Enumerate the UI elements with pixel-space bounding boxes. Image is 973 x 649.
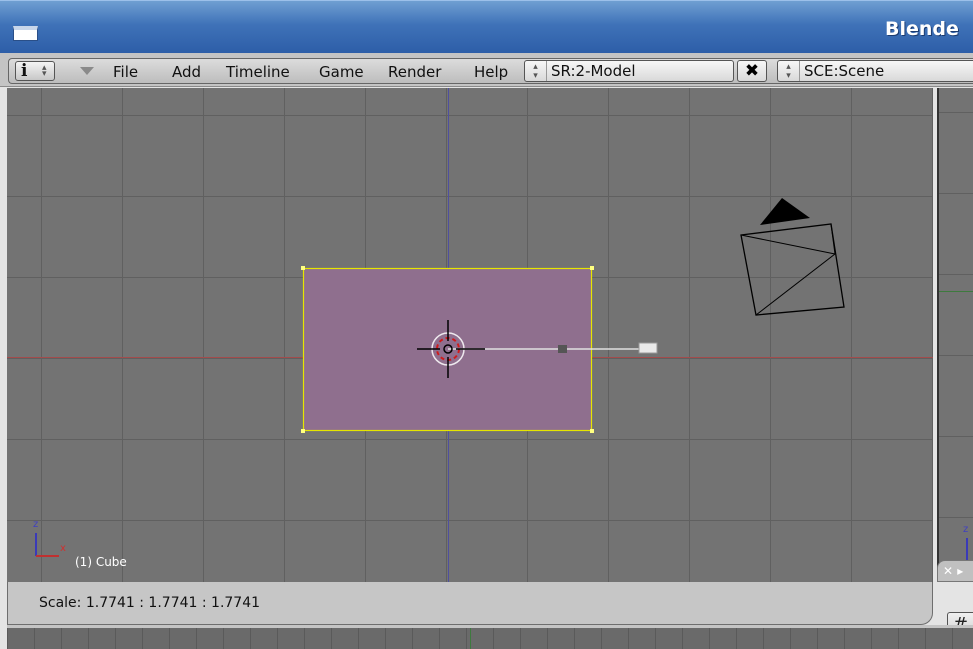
3d-viewport[interactable]: z x (1) Cube xyxy=(7,88,933,582)
editor-type-button[interactable]: i ▴ ▾ xyxy=(15,61,55,81)
timeline-strip[interactable] xyxy=(7,625,973,649)
updown-arrows-icon: ▴ ▾ xyxy=(778,61,800,81)
window-menu-icon[interactable] xyxy=(13,26,38,41)
current-frame-line xyxy=(470,628,471,649)
gizmo-z-label: z xyxy=(33,519,39,530)
vertex xyxy=(590,429,594,433)
grid-line xyxy=(939,436,973,437)
scale-handle xyxy=(558,345,567,353)
right-3d-viewport[interactable]: z xyxy=(937,88,973,582)
status-panel: Scale: 1.7741 : 1.7741 : 1.7741 xyxy=(7,582,933,625)
menu-game[interactable]: Game xyxy=(319,63,364,81)
scale-handle-end xyxy=(638,342,658,354)
grid-line xyxy=(939,112,973,113)
header-bar: i ▴ ▾ File Add Timeline Game Render Help … xyxy=(8,58,973,84)
grid-line xyxy=(939,193,973,194)
panel-close-button[interactable]: ✕ ▸ xyxy=(937,560,973,582)
info-icon: i xyxy=(21,61,28,81)
updown-arrows-icon: ▴ ▾ xyxy=(525,61,547,81)
menu-help[interactable]: Help xyxy=(474,63,508,81)
collapse-menus-icon[interactable] xyxy=(80,67,94,75)
delete-screen-button[interactable]: ✖ xyxy=(737,60,767,82)
gizmo-z-label: z xyxy=(963,524,969,535)
menu-timeline[interactable]: Timeline xyxy=(226,63,290,81)
window-titlebar: Blende xyxy=(0,0,973,53)
gizmo-z-axis xyxy=(966,538,968,560)
active-object-label: (1) Cube xyxy=(75,555,127,569)
vertex xyxy=(301,266,305,270)
scale-status-text: Scale: 1.7741 : 1.7741 : 1.7741 xyxy=(39,595,261,611)
grid-line xyxy=(939,355,973,356)
grid-line xyxy=(939,274,973,275)
camera-up-triangle xyxy=(760,198,810,225)
vertex xyxy=(590,266,594,270)
view3d-header: i ▴ ▾ File Add Timeline Game Render Help … xyxy=(0,53,973,87)
menu-add[interactable]: Add xyxy=(172,63,201,81)
grid-line xyxy=(939,517,973,518)
menu-file[interactable]: File xyxy=(113,63,138,81)
window-title: Blende xyxy=(885,18,959,40)
scene-selector[interactable]: ▴ ▾ SCE:Scene xyxy=(777,60,973,82)
gizmo-x-label: x xyxy=(60,543,66,554)
menu-render[interactable]: Render xyxy=(388,63,441,81)
camera-edge xyxy=(740,234,836,255)
updown-arrows-icon: ▴ ▾ xyxy=(42,63,47,79)
vertex xyxy=(301,429,305,433)
camera-edge xyxy=(830,223,836,255)
y-axis-line xyxy=(939,291,973,292)
viewport-scene xyxy=(7,88,933,582)
screen-selector[interactable]: ▴ ▾ SR:2-Model xyxy=(524,60,734,82)
camera-edge xyxy=(755,253,836,316)
